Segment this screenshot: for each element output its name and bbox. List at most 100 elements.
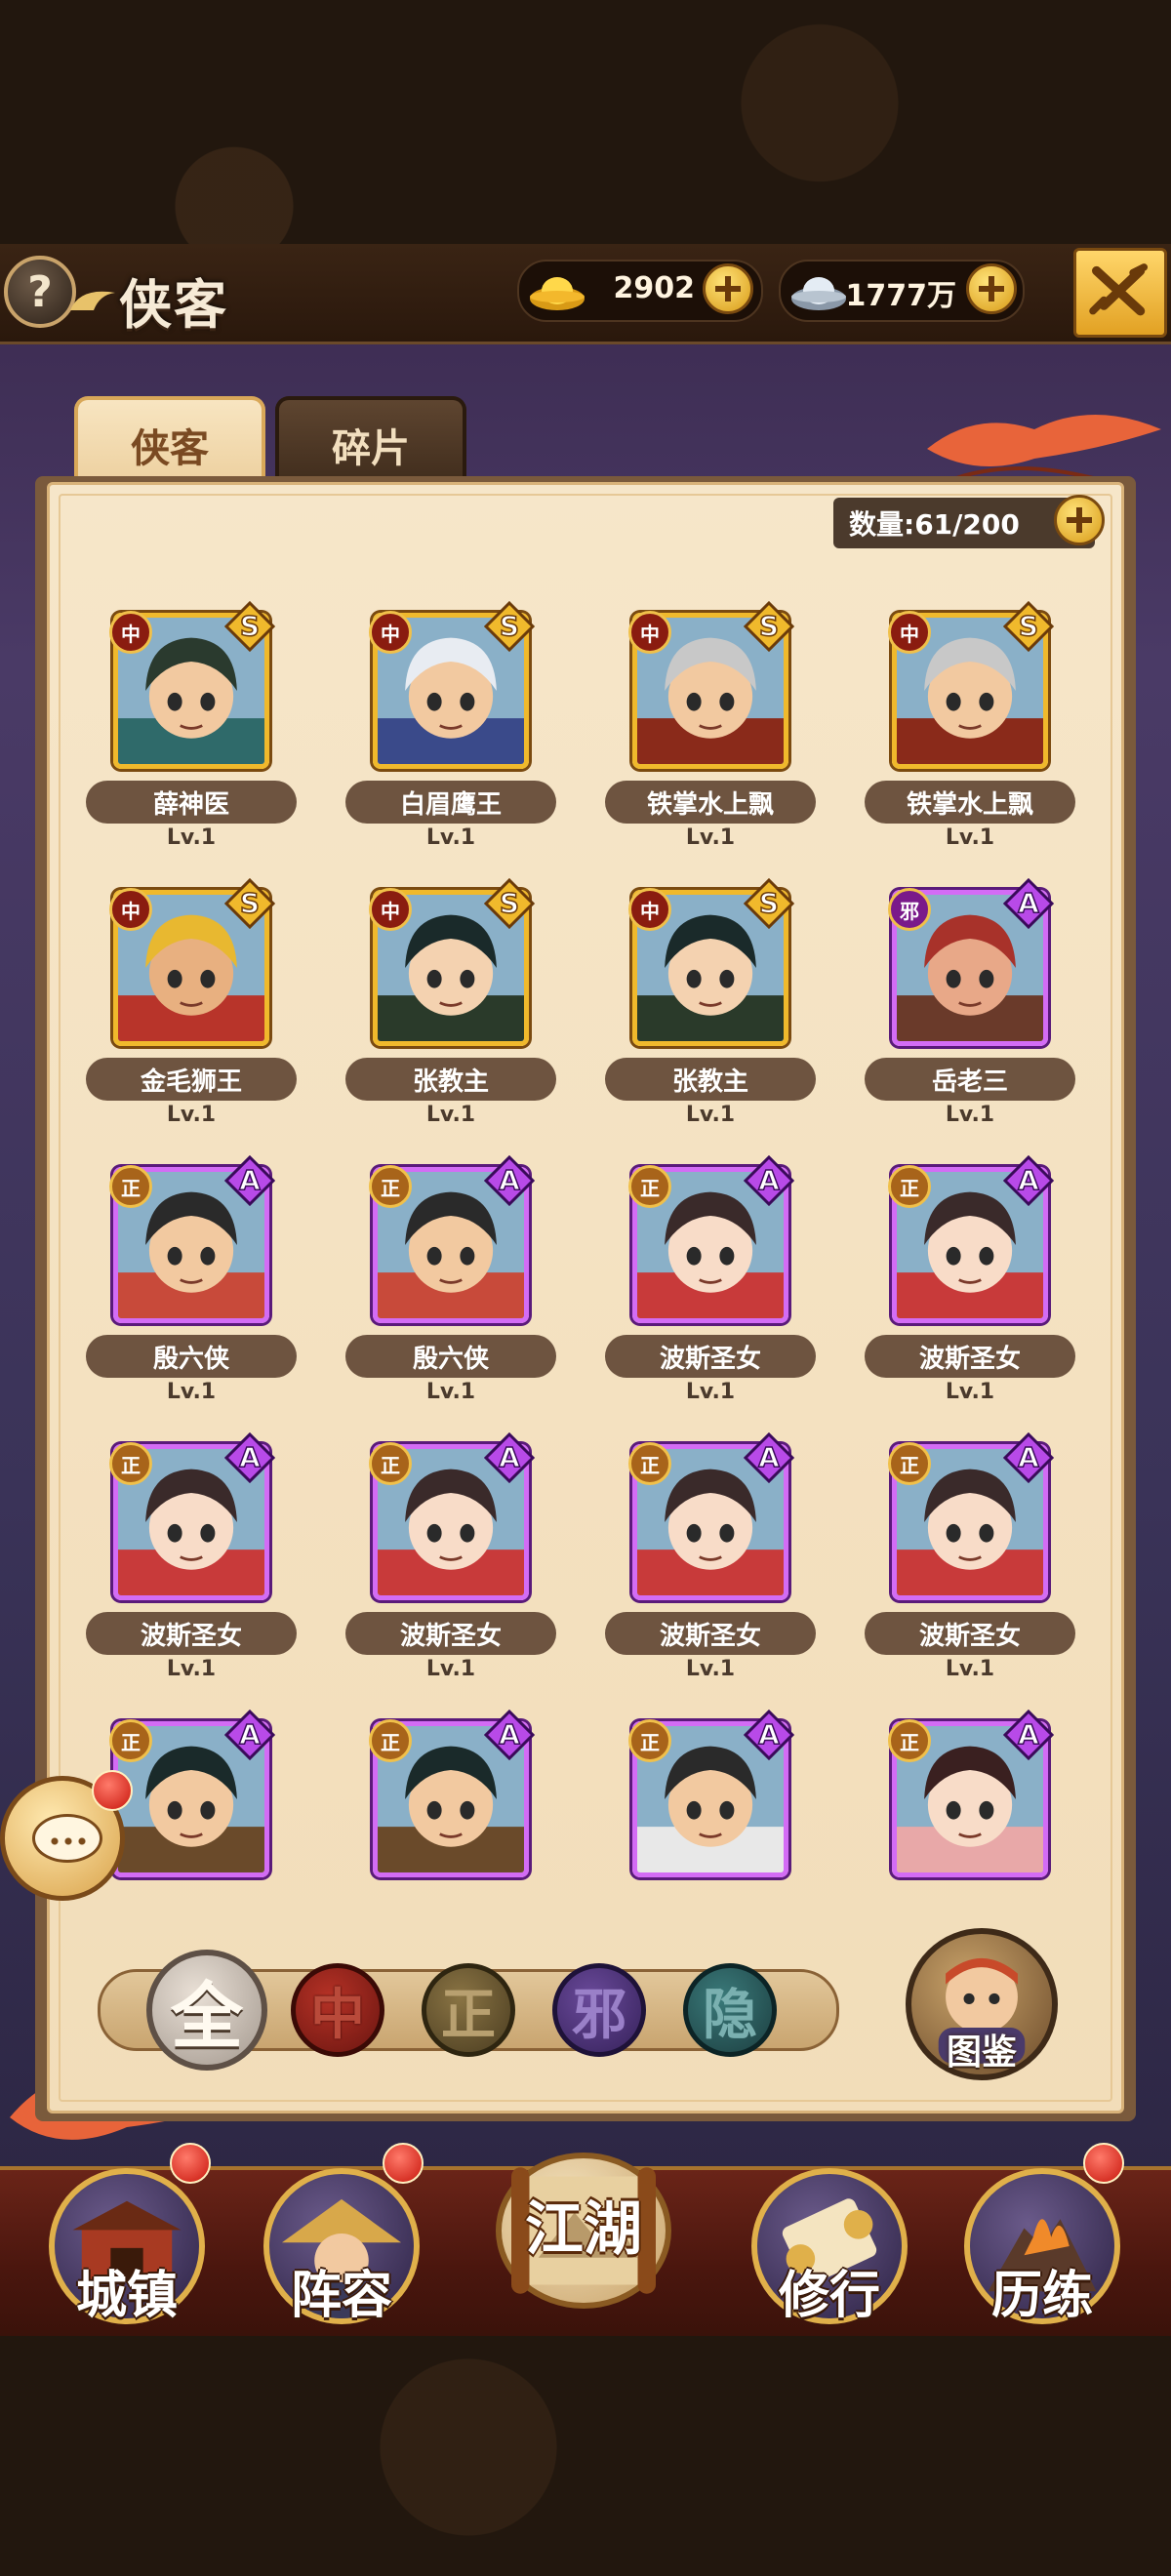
hero-card[interactable]: 正 A 波斯圣女 Lv.1 xyxy=(597,1432,816,1694)
nav-lineup[interactable]: 阵容 xyxy=(263,2168,420,2325)
hero-name: 张教主 xyxy=(345,1058,556,1101)
hero-name: 波斯圣女 xyxy=(605,1612,816,1655)
svg-text:S: S xyxy=(1019,610,1038,642)
rank-badge-icon: A xyxy=(1003,1155,1054,1206)
rank-badge-icon: S xyxy=(744,878,794,929)
svg-text:S: S xyxy=(240,887,260,919)
filter-all[interactable]: 全 xyxy=(146,1950,267,2071)
rank-badge-icon: A xyxy=(1003,1432,1054,1483)
hero-card[interactable]: 正 A 波斯圣女 Lv.1 xyxy=(857,1155,1075,1417)
hero-name: 殷六侠 xyxy=(345,1335,556,1378)
hero-level: Lv.1 xyxy=(425,825,476,850)
faction-badge: 正 xyxy=(888,1442,931,1485)
hero-level: Lv.1 xyxy=(166,825,217,850)
faction-badge: 正 xyxy=(109,1719,152,1762)
filter-zheng[interactable]: 正 xyxy=(422,1963,515,2057)
svg-text:S: S xyxy=(759,887,779,919)
add-silver-button[interactable] xyxy=(966,263,1017,314)
faction-badge: 正 xyxy=(369,1719,412,1762)
filter-yin[interactable]: 隐 xyxy=(683,1963,777,2057)
hero-name: 白眉鹰王 xyxy=(345,781,556,824)
rank-badge-icon: A xyxy=(224,1432,275,1483)
hero-card[interactable]: 中 S 张教主 Lv.1 xyxy=(338,878,556,1140)
town-notification-dot xyxy=(170,2143,211,2184)
nav-training[interactable]: 修行 xyxy=(751,2168,908,2325)
rank-badge-icon: A xyxy=(484,1155,535,1206)
hero-card[interactable]: 正 A 殷六侠 Lv.1 xyxy=(338,1155,556,1417)
svg-text:A: A xyxy=(1018,1718,1039,1751)
faction-badge: 正 xyxy=(628,1165,671,1208)
hero-level: Lv.1 xyxy=(685,1103,736,1127)
hero-card[interactable]: 中 S 铁掌水上飘 Lv.1 xyxy=(597,601,816,863)
hero-card[interactable]: 中 S 铁掌水上飘 Lv.1 xyxy=(857,601,1075,863)
rank-badge-icon: A xyxy=(1003,878,1054,929)
rank-badge-icon: A xyxy=(744,1155,794,1206)
nav-trials-label: 历练 xyxy=(990,2266,1093,2325)
faction-badge: 中 xyxy=(109,888,152,931)
trials-notification-dot xyxy=(1083,2143,1124,2184)
hero-card[interactable]: 正 A xyxy=(597,1710,794,1971)
gold-value: 2902 xyxy=(613,271,696,305)
hero-card[interactable]: 中 S 张教主 Lv.1 xyxy=(597,878,816,1140)
nav-town[interactable]: 城镇 xyxy=(49,2168,205,2325)
svg-text:A: A xyxy=(499,1441,520,1473)
rank-badge-icon: S xyxy=(224,878,275,929)
nav-town-label: 城镇 xyxy=(75,2266,178,2325)
rank-badge-icon: A xyxy=(224,1710,275,1760)
hero-card[interactable]: 正 A 波斯圣女 Lv.1 xyxy=(597,1155,816,1417)
hero-name: 张教主 xyxy=(605,1058,816,1101)
hero-name: 波斯圣女 xyxy=(86,1612,297,1655)
hero-name: 金毛狮王 xyxy=(86,1058,297,1101)
svg-text:A: A xyxy=(499,1164,520,1196)
filter-xie[interactable]: 邪 xyxy=(552,1963,646,2057)
hero-level: Lv.1 xyxy=(945,1380,995,1404)
svg-text:A: A xyxy=(499,1718,520,1751)
svg-text:S: S xyxy=(500,610,519,642)
faction-badge: 正 xyxy=(109,1442,152,1485)
expand-capacity-button[interactable] xyxy=(1054,495,1105,545)
hero-card[interactable]: 正 A 波斯圣女 Lv.1 xyxy=(78,1432,297,1694)
hero-card[interactable]: 邪 A 岳老三 Lv.1 xyxy=(857,878,1075,1140)
hero-card[interactable]: 中 S 白眉鹰王 Lv.1 xyxy=(338,601,556,863)
faction-badge: 中 xyxy=(109,611,152,654)
add-gold-button[interactable] xyxy=(703,263,753,314)
hero-level: Lv.1 xyxy=(425,1380,476,1404)
rank-badge-icon: A xyxy=(1003,1710,1054,1760)
svg-text:S: S xyxy=(759,610,779,642)
rank-badge-icon: S xyxy=(484,878,535,929)
hero-name: 铁掌水上飘 xyxy=(605,781,816,824)
faction-badge: 正 xyxy=(369,1442,412,1485)
hero-name: 薛神医 xyxy=(86,781,297,824)
hero-card[interactable]: 正 A 波斯圣女 Lv.1 xyxy=(338,1432,556,1694)
hero-card[interactable]: 中 S 金毛狮王 Lv.1 xyxy=(78,878,297,1140)
rank-badge-icon: A xyxy=(484,1432,535,1483)
hero-name: 波斯圣女 xyxy=(865,1612,1075,1655)
rank-badge-icon: A xyxy=(484,1710,535,1760)
hero-name: 波斯圣女 xyxy=(345,1612,556,1655)
hero-card[interactable]: 正 A 殷六侠 Lv.1 xyxy=(78,1155,297,1417)
faction-badge: 中 xyxy=(369,888,412,931)
hero-name: 铁掌水上飘 xyxy=(865,781,1075,824)
silver-ingot-icon xyxy=(791,277,846,310)
faction-badge: 正 xyxy=(109,1165,152,1208)
nav-trials[interactable]: 历练 xyxy=(964,2168,1120,2325)
close-button[interactable] xyxy=(1073,248,1167,338)
hero-name: 波斯圣女 xyxy=(865,1335,1075,1378)
rank-badge-icon: A xyxy=(744,1432,794,1483)
hero-level: Lv.1 xyxy=(166,1103,217,1127)
hero-card[interactable]: 中 S 薛神医 Lv.1 xyxy=(78,601,297,863)
hero-card[interactable]: 正 A 波斯圣女 Lv.1 xyxy=(857,1432,1075,1694)
question-icon[interactable]: ? xyxy=(4,256,76,328)
svg-text:A: A xyxy=(758,1441,780,1473)
filter-zhong[interactable]: 中 xyxy=(291,1963,384,2057)
hero-card[interactable]: 正 A xyxy=(338,1710,535,1971)
svg-text:S: S xyxy=(240,610,260,642)
hero-level: Lv.1 xyxy=(685,825,736,850)
svg-text:A: A xyxy=(1018,1164,1039,1196)
nav-jianghu[interactable]: 江湖 xyxy=(486,2143,681,2328)
hero-level: Lv.1 xyxy=(166,1657,217,1681)
hero-level: Lv.1 xyxy=(425,1657,476,1681)
svg-text:S: S xyxy=(500,887,519,919)
hero-level: Lv.1 xyxy=(166,1380,217,1404)
hero-level: Lv.1 xyxy=(685,1657,736,1681)
